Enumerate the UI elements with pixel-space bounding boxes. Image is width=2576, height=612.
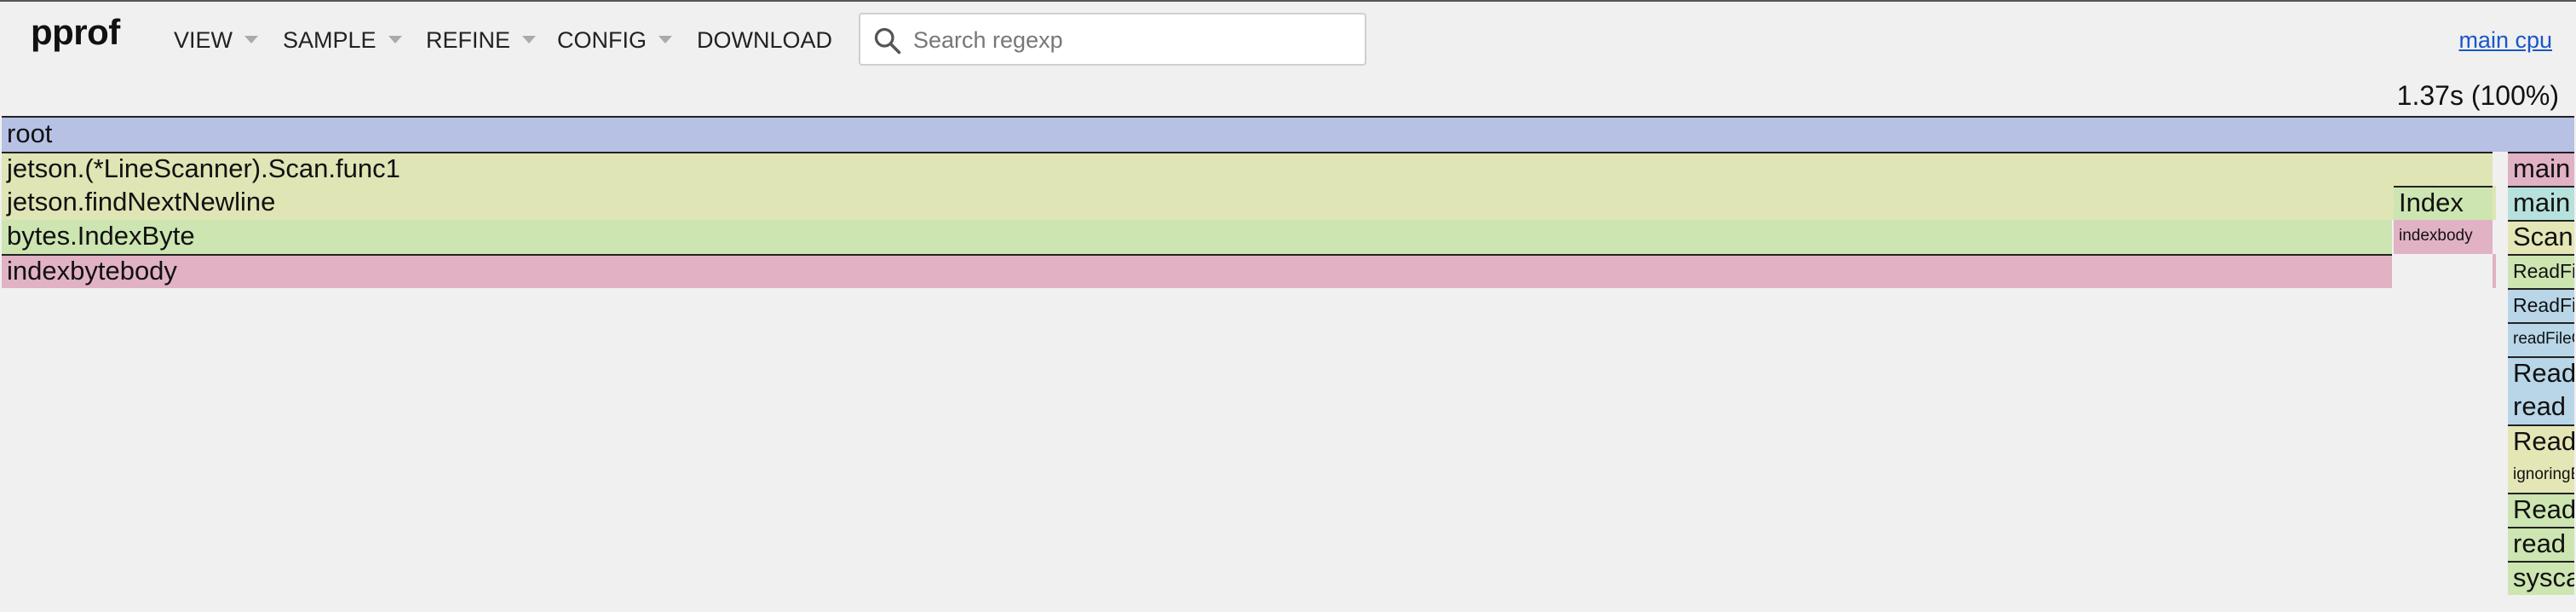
menu-sample-label: SAMPLE [283,27,377,53]
flame-frame-index-byte[interactable]: bytes.IndexByte [2,220,2392,254]
menu-config-label: CONFIG [557,27,647,53]
flame-frame-main[interactable]: main [2508,152,2574,186]
flame-frame-sliver[interactable] [2493,254,2496,288]
flame-frame-syscall[interactable]: syscall [2508,561,2574,595]
search-input[interactable] [911,20,1358,61]
chevron-down-icon [388,36,402,43]
flame-frame-indexbytebody[interactable]: indexbytebody [2,254,2392,288]
menu-config[interactable]: CONFIG [557,27,672,54]
header: pprof VIEW SAMPLE REFINE CONFIG DOWNLOAD… [0,2,2576,77]
menu-view[interactable]: VIEW [174,27,259,54]
flame-frame-sliver[interactable] [2493,186,2496,220]
flame-frame-indexbody[interactable]: indexbody [2394,220,2493,254]
menu-sample[interactable]: SAMPLE [283,27,402,54]
chevron-down-icon [244,36,259,43]
menu-view-label: VIEW [174,27,233,53]
profile-link[interactable]: main cpu [2458,27,2552,54]
chevron-down-icon [522,36,537,43]
flame-frame-find-next-newline[interactable]: jetson.findNextNewline [2,186,2493,220]
flame-frame-read[interactable]: Read [2508,356,2574,390]
flame-frame-read-4[interactable]: read [2508,527,2574,561]
total-time: 1.37s (100%) [2396,80,2559,111]
app-title[interactable]: pprof [31,12,120,53]
menu-refine-label: REFINE [426,27,511,53]
flame-frame-readfileco[interactable]: readFileCo [2508,322,2574,356]
search-box[interactable] [859,13,1366,66]
flame-frame-ignoringeintr[interactable]: ignoringEIN [2508,459,2574,493]
menu-download-label: DOWNLOAD [697,27,833,53]
flame-frame-read-lower[interactable]: read [2508,390,2574,424]
menu-download[interactable]: DOWNLOAD [697,27,832,54]
flame-frame-main-2[interactable]: main [2508,186,2574,220]
flame-frame-root[interactable]: root [2,116,2574,152]
flame-frame-readfile[interactable]: ReadFile [2508,254,2574,288]
flame-frame-read-2[interactable]: Read [2508,424,2574,459]
chevron-down-icon [658,36,672,43]
flame-frame-readfile-2[interactable]: ReadFile [2508,288,2574,322]
search-icon [874,27,901,55]
flame-frame-index[interactable]: Index [2394,186,2493,220]
menu-refine[interactable]: REFINE [426,27,537,54]
flame-frame-scan-func1[interactable]: jetson.(*LineScanner).Scan.func1 [2,152,2493,186]
flame-frame-scan[interactable]: Scan [2508,220,2574,254]
flame-frame-read-3[interactable]: Read [2508,493,2574,527]
